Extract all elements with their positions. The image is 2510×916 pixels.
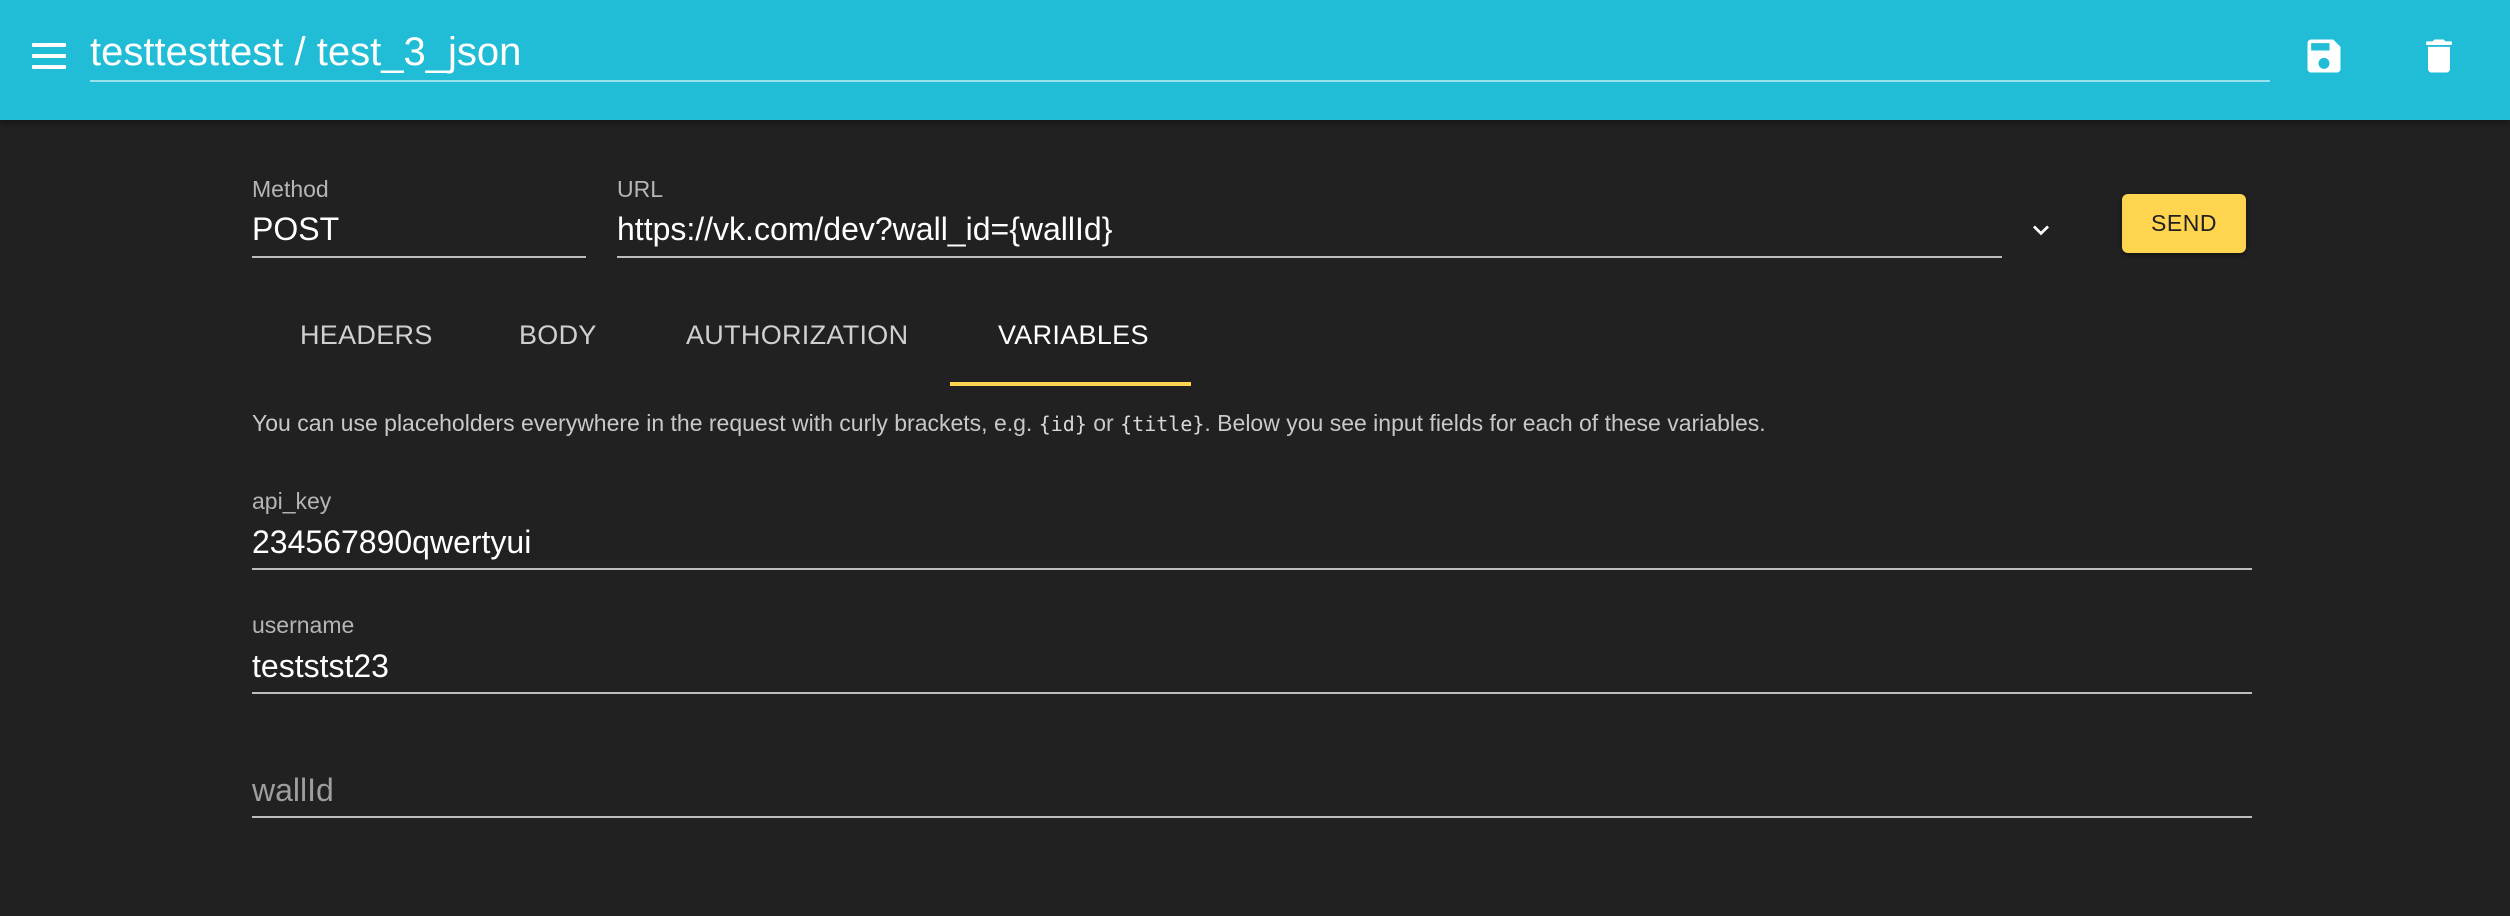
tab-authorization[interactable]: AUTHORIZATION [686,320,908,380]
request-title-field[interactable]: testtesttest / test_3_json [90,24,2270,82]
help-text-suffix: . Below you see input fields for each of… [1204,410,1766,436]
tab-headers[interactable]: HEADERS [300,320,433,380]
variable-underline [252,692,2252,694]
variable-underline [252,568,2252,570]
send-button[interactable]: SEND [2122,194,2246,253]
method-underline [252,256,586,258]
variable-input-placeholder[interactable]: wallId [252,772,334,809]
menu-icon[interactable] [30,38,68,74]
variable-input[interactable]: 234567890qwertyui [252,524,531,561]
variable-label: username [252,612,355,638]
variables-help-text: You can use placeholders everywhere in t… [252,410,1766,437]
save-icon[interactable] [2302,34,2346,78]
variable-input[interactable]: teststst23 [252,648,389,685]
active-tab-indicator [950,382,1191,386]
request-title[interactable]: testtesttest / test_3_json [90,30,521,75]
help-code-title: {title} [1120,412,1205,436]
url-underline [617,256,2002,258]
url-input[interactable]: https://vk.com/dev?wall_id={wallId} [617,211,1112,248]
help-code-id: {id} [1038,412,1087,436]
app-bar: testtesttest / test_3_json [0,0,2510,120]
variable-label: api_key [252,488,332,514]
url-label: URL [617,176,664,202]
method-value[interactable]: POST [252,211,339,248]
delete-icon[interactable] [2417,34,2461,78]
method-label: Method [252,176,329,202]
tab-body[interactable]: BODY [519,320,597,380]
tab-variables[interactable]: VARIABLES [998,320,1149,380]
variable-underline [252,816,2252,818]
help-text-prefix: You can use placeholders everywhere in t… [252,410,1039,436]
help-text-middle: or [1086,410,1121,436]
chevron-down-icon[interactable] [2025,214,2057,246]
